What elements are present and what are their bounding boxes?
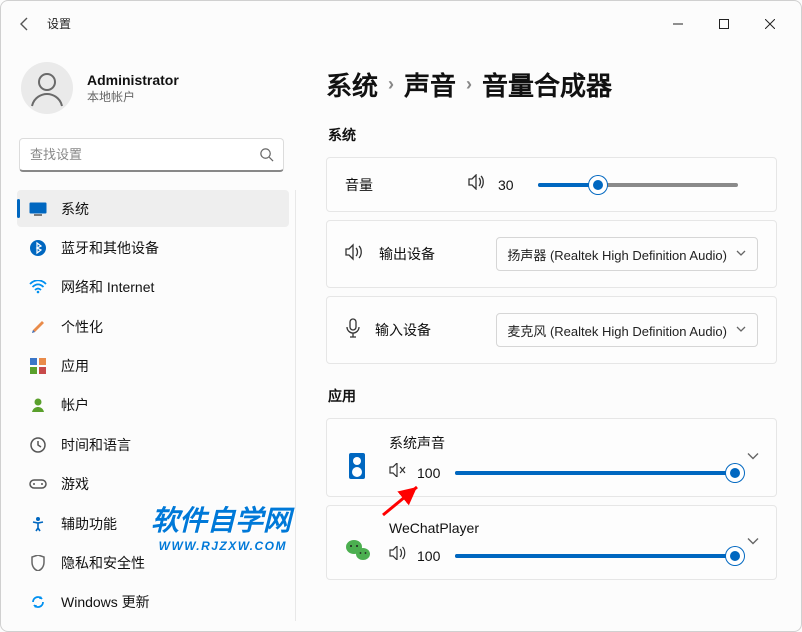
display-icon — [29, 200, 47, 218]
expand-button[interactable] — [746, 448, 760, 467]
nav-accessibility[interactable]: 辅助功能 — [17, 505, 289, 542]
wifi-icon — [29, 278, 47, 296]
app-volume-slider[interactable] — [455, 547, 735, 565]
nav-label: 网络和 Internet — [61, 277, 154, 297]
system-sounds-icon — [345, 451, 369, 475]
nav-privacy[interactable]: 隐私和安全性 — [17, 544, 289, 581]
output-device-card: 输出设备 扬声器 (Realtek High Definition Audio) — [326, 220, 777, 288]
app-card-wechatplayer[interactable]: WeChatPlayer 100 — [326, 505, 777, 580]
nav-label: 游戏 — [61, 474, 89, 494]
app-name: WeChatPlayer — [389, 520, 758, 536]
nav-label: 个性化 — [61, 317, 103, 337]
app-volume-value: 100 — [417, 465, 445, 481]
section-system: 系统 — [328, 125, 777, 145]
nav-label: Windows 更新 — [61, 592, 150, 612]
user-name: Administrator — [87, 72, 179, 88]
nav-gaming[interactable]: 游戏 — [17, 466, 289, 503]
maximize-button[interactable] — [701, 8, 747, 40]
avatar — [21, 62, 73, 114]
back-button[interactable] — [15, 14, 35, 34]
user-subtitle: 本地帐户 — [87, 88, 179, 105]
nav-label: 隐私和安全性 — [61, 553, 145, 573]
input-device-select[interactable]: 麦克风 (Realtek High Definition Audio) — [496, 313, 758, 347]
nav-personalization[interactable]: 个性化 — [17, 308, 289, 345]
accessibility-icon — [29, 515, 47, 533]
user-block[interactable]: Administrator 本地帐户 — [17, 56, 296, 134]
chevron-right-icon: › — [466, 74, 472, 95]
maximize-icon — [719, 19, 729, 29]
output-device-select[interactable]: 扬声器 (Realtek High Definition Audio) — [496, 237, 758, 271]
nav-label: 应用 — [61, 356, 89, 376]
input-device-card: 输入设备 麦克风 (Realtek High Definition Audio) — [326, 296, 777, 364]
microphone-icon — [345, 318, 361, 343]
wechat-icon — [345, 538, 369, 562]
nav-windows-update[interactable]: Windows 更新 — [17, 584, 289, 621]
minimize-button[interactable] — [655, 8, 701, 40]
chevron-down-icon — [746, 448, 760, 462]
person-icon — [27, 68, 67, 108]
gaming-icon — [29, 475, 47, 493]
input-label: 输入设备 — [375, 320, 431, 340]
speaker-muted-icon[interactable] — [389, 463, 407, 482]
output-device-value: 扬声器 (Realtek High Definition Audio) — [507, 245, 727, 264]
nav-label: 辅助功能 — [61, 514, 117, 534]
sidebar: Administrator 本地帐户 系统 蓝牙和其他设备 网络和 Intern… — [1, 46, 296, 631]
close-icon — [765, 19, 775, 29]
main: 系统 › 声音 › 音量合成器 系统 音量 30 输出设备 扬声器 — [296, 46, 801, 631]
apps-icon — [29, 357, 47, 375]
nav-system[interactable]: 系统 — [17, 190, 289, 227]
titlebar: 设置 — [1, 1, 801, 46]
breadcrumb-system[interactable]: 系统 — [326, 66, 378, 103]
search-icon — [259, 147, 274, 167]
nav-apps[interactable]: 应用 — [17, 347, 289, 384]
speaker-waves-icon — [345, 243, 365, 266]
breadcrumb: 系统 › 声音 › 音量合成器 — [326, 66, 777, 103]
nav-bluetooth[interactable]: 蓝牙和其他设备 — [17, 229, 289, 266]
clock-icon — [29, 436, 47, 454]
nav-label: 蓝牙和其他设备 — [61, 238, 159, 258]
output-label: 输出设备 — [379, 244, 435, 264]
breadcrumb-current: 音量合成器 — [482, 66, 612, 103]
volume-label: 音量 — [345, 175, 373, 195]
nav-label: 系统 — [61, 199, 89, 219]
chevron-down-icon — [735, 323, 747, 338]
account-icon — [29, 396, 47, 414]
app-card-system-sounds[interactable]: 系统声音 100 — [326, 418, 777, 497]
breadcrumb-sound[interactable]: 声音 — [404, 66, 456, 103]
brush-icon — [29, 318, 47, 336]
app-name: 系统声音 — [389, 433, 758, 453]
speaker-icon[interactable] — [389, 546, 407, 565]
nav-network[interactable]: 网络和 Internet — [17, 269, 289, 306]
volume-value: 30 — [498, 177, 526, 193]
minimize-icon — [673, 19, 683, 29]
chevron-right-icon: › — [388, 74, 394, 95]
close-button[interactable] — [747, 8, 793, 40]
nav-label: 时间和语言 — [61, 435, 131, 455]
master-volume-card: 音量 30 — [326, 157, 777, 212]
arrow-left-icon — [17, 16, 33, 32]
app-volume-slider[interactable] — [455, 464, 735, 482]
section-apps: 应用 — [328, 386, 777, 406]
expand-button[interactable] — [746, 533, 760, 552]
chevron-down-icon — [746, 533, 760, 547]
nav-time-language[interactable]: 时间和语言 — [17, 426, 289, 463]
app-volume-value: 100 — [417, 548, 445, 564]
input-device-value: 麦克风 (Realtek High Definition Audio) — [507, 321, 727, 340]
search-input[interactable] — [19, 138, 284, 172]
shield-icon — [29, 554, 47, 572]
window-title: 设置 — [47, 15, 71, 32]
bluetooth-icon — [29, 239, 47, 257]
speaker-icon[interactable] — [468, 174, 486, 195]
update-icon — [29, 593, 47, 611]
nav-accounts[interactable]: 帐户 — [17, 387, 289, 424]
chevron-down-icon — [735, 247, 747, 262]
volume-slider[interactable] — [538, 176, 738, 194]
nav-label: 帐户 — [61, 395, 89, 415]
nav: 系统 蓝牙和其他设备 网络和 Internet 个性化 应用 帐户 — [17, 190, 296, 621]
